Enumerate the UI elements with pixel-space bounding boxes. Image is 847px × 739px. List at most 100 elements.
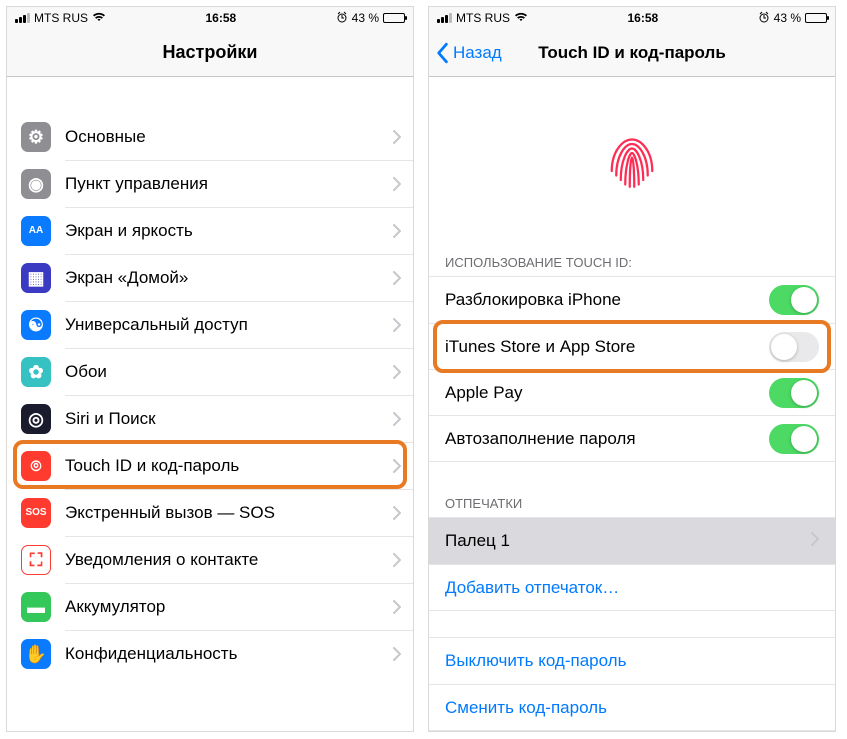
toggle-label: Автозаполнение пароля [445,429,769,449]
touchid-toggle-row: Разблокировка iPhone [429,277,835,323]
back-label: Назад [453,43,502,63]
chevron-right-icon [811,532,819,551]
fingerprint-icon [596,126,668,198]
section-header-fingerprints: ОТПЕЧАТКИ [429,488,835,517]
settings-row-label: Аккумулятор [65,597,393,617]
settings-row-icon: ☯ [21,310,51,340]
toggle-switch[interactable] [769,424,819,454]
settings-row-label: Пункт управления [65,174,393,194]
settings-row-icon: SOS [21,498,51,528]
settings-row[interactable]: ⌾ Touch ID и код-пароль [7,442,413,489]
alarm-icon [336,11,348,26]
settings-row-label: Конфиденциальность [65,644,393,664]
toggle-label: Apple Pay [445,383,769,403]
settings-row[interactable]: ☯ Универсальный доступ [7,301,413,348]
settings-row-label: Экран «Домой» [65,268,393,288]
toggle-switch[interactable] [769,332,819,362]
settings-row-label: Touch ID и код-пароль [65,456,393,476]
settings-row[interactable]: AA Экран и яркость [7,207,413,254]
toggle-label: Разблокировка iPhone [445,290,769,310]
wifi-icon [514,11,528,25]
touchid-toggle-group: Разблокировка iPhone iTunes Store и App S… [429,276,835,462]
settings-row-icon: ⌾ [21,451,51,481]
battery-pct: 43 % [352,11,379,25]
settings-row-label: Обои [65,362,393,382]
chevron-right-icon [393,130,401,144]
settings-row[interactable]: ⛶ Уведомления о контакте [7,536,413,583]
status-time: 16:58 [205,11,236,25]
settings-row-icon: ◉ [21,169,51,199]
chevron-right-icon [393,224,401,238]
carrier-label: MTS RUS [456,11,510,25]
passcode-actions-group: Выключить код-пароль Сменить код-пароль [429,637,835,731]
touchid-toggle-row: Apple Pay [429,369,835,415]
phone-touchid: MTS RUS 16:58 43 % Назад Touch ID и код-… [428,6,836,732]
settings-row[interactable]: ◉ Пункт управления [7,160,413,207]
touchid-content: ИСПОЛЬЗОВАНИЕ TOUCH ID: Разблокировка iP… [429,77,835,731]
navbar: Назад Touch ID и код-пароль [429,29,835,77]
passcode-action-row[interactable]: Выключить код-пароль [429,638,835,684]
chevron-right-icon [393,412,401,426]
chevron-right-icon [393,459,401,473]
settings-row-icon: ⛶ [21,545,51,575]
chevron-right-icon [393,318,401,332]
fingerprint-row[interactable]: Палец 1 [429,518,835,564]
settings-row-icon: AA [21,216,51,246]
passcode-action-row[interactable]: Сменить код-пароль [429,684,835,730]
phone-settings: MTS RUS 16:58 43 % Настройки ⚙ Основные ◉ П… [6,6,414,732]
add-fingerprint-label: Добавить отпечаток… [445,578,819,598]
add-fingerprint-row[interactable]: Добавить отпечаток… [429,564,835,610]
action-label: Выключить код-пароль [445,651,819,671]
settings-row-label: Универсальный доступ [65,315,393,335]
settings-row-icon: ✿ [21,357,51,387]
back-button[interactable]: Назад [435,29,502,76]
carrier-label: MTS RUS [34,11,88,25]
settings-row-label: Основные [65,127,393,147]
toggle-switch[interactable] [769,285,819,315]
battery-pct: 43 % [774,11,801,25]
alarm-icon [758,11,770,26]
settings-row[interactable]: SOS Экстренный вызов — SOS [7,489,413,536]
toggle-label: iTunes Store и App Store [445,337,769,357]
settings-row-icon: ⚙ [21,122,51,152]
settings-row[interactable]: ✿ Обои [7,348,413,395]
settings-row[interactable]: ⚙ Основные [7,113,413,160]
settings-row[interactable]: ▦ Экран «Домой» [7,254,413,301]
settings-row-label: Экстренный вызов — SOS [65,503,393,523]
touchid-toggle-row: Автозаполнение пароля [429,415,835,461]
settings-row-icon: ✋ [21,639,51,669]
fingerprint-label: Палец 1 [445,531,811,551]
chevron-right-icon [393,365,401,379]
navbar: Настройки [7,29,413,77]
signal-icon [15,13,30,23]
settings-row-icon: ▬ [21,592,51,622]
chevron-right-icon [393,553,401,567]
touchid-toggle-row: iTunes Store и App Store [429,323,835,369]
settings-row[interactable]: ▬ Аккумулятор [7,583,413,630]
toggle-switch[interactable] [769,378,819,408]
fingerprints-group: Палец 1 Добавить отпечаток… [429,517,835,611]
settings-row[interactable]: ◎Siri и Поиск [7,395,413,442]
settings-row-icon: ▦ [21,263,51,293]
wifi-icon [92,11,106,25]
chevron-right-icon [393,647,401,661]
settings-row[interactable]: ✋ Конфиденциальность [7,630,413,677]
page-title: Touch ID и код-пароль [538,43,726,63]
settings-list-container: ⚙ Основные ◉ Пункт управления AA Экран и ярко… [7,77,413,731]
section-header-usage: ИСПОЛЬЗОВАНИЕ TOUCH ID: [429,247,835,276]
chevron-right-icon [393,177,401,191]
page-title: Настройки [163,42,258,63]
chevron-right-icon [393,271,401,285]
settings-list: ⚙ Основные ◉ Пункт управления AA Экран и ярко… [7,113,413,677]
fingerprint-hero [429,77,835,247]
battery-icon [383,13,405,23]
signal-icon [437,13,452,23]
status-time: 16:58 [627,11,658,25]
settings-row-label: Экран и яркость [65,221,393,241]
status-bar: MTS RUS 16:58 43 % [7,7,413,29]
chevron-left-icon [435,42,449,64]
settings-row-label: Siri и Поиск [65,409,393,429]
chevron-right-icon [393,600,401,614]
battery-icon [805,13,827,23]
settings-row-label: Уведомления о контакте [65,550,393,570]
